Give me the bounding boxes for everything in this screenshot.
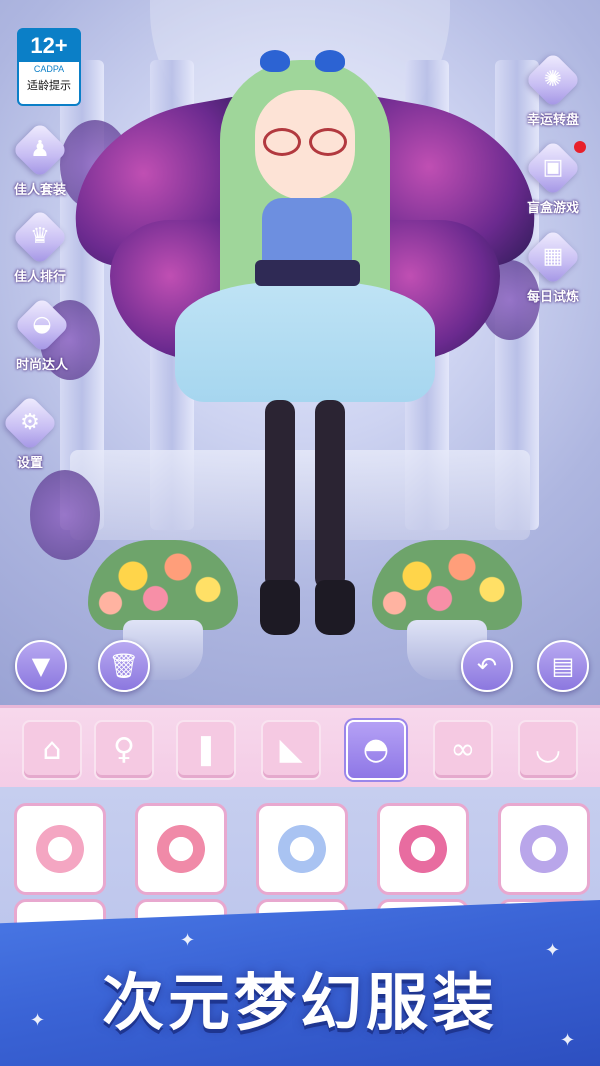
bow-headband-icon [274, 821, 330, 877]
menu-daily-trial[interactable]: ▦ 每日试炼 [508, 228, 598, 305]
notification-dot [574, 141, 586, 153]
trash-icon: 🗑 [108, 652, 140, 680]
dressup-character[interactable] [58, 50, 552, 650]
promo-banner: ✦ ✦ ✦ ✦ 次元梦幻服装 [0, 900, 600, 1066]
age-rating-org: CADPA [33, 64, 65, 74]
necklace-icon: ◡ [534, 732, 562, 767]
tab-home[interactable]: ⌂ [22, 720, 82, 780]
save-icon: ▤ [551, 652, 575, 680]
lucky-wheel-icon: ✺ [543, 67, 563, 92]
menu-label: 盲盒游戏 [526, 201, 579, 216]
menu-label: 佳人套装 [13, 183, 66, 198]
menu-blind-box[interactable]: ▣ 盲盒游戏 [508, 139, 598, 216]
item-card-lace-headband[interactable] [377, 803, 469, 895]
item-card-cat-ear-headband[interactable] [14, 803, 106, 895]
menu-settings[interactable]: ⚙ 设置 [0, 394, 75, 471]
age-rating-number: 12+ [19, 30, 79, 62]
tab-socks[interactable]: ❚ [176, 720, 236, 780]
sock-icon: ❚ [193, 732, 219, 767]
hair-bow [315, 50, 345, 72]
dress-icon: ♀ [113, 732, 135, 767]
character-belt [255, 260, 360, 286]
menu-label: 每日试炼 [526, 290, 579, 305]
undo-button[interactable]: ↶ [461, 640, 513, 692]
game-screen: 12+ CADPA 适龄提示 ♟ 佳人套装 ♛ 佳人排行 ◒ 时尚达人 ⚙ 设置… [0, 0, 600, 1066]
character-stocking [265, 400, 295, 590]
witch-hat-icon [516, 821, 572, 877]
glasses-icon: ∞ [450, 732, 476, 767]
menu-label: 设置 [16, 456, 43, 471]
calendar-icon: ▦ [542, 244, 564, 269]
menu-fashionista[interactable]: ◒ 时尚达人 [0, 296, 87, 373]
character-skirt [175, 282, 435, 402]
handbag-icon: ◒ [32, 312, 52, 337]
category-tab-bar: ⌂ ♀ ❚ ◣ ◓ ∞ ◡ [0, 705, 600, 793]
banner-title: 次元梦幻服装 [101, 966, 498, 1039]
menu-lucky-wheel[interactable]: ✺ 幸运转盘 [508, 51, 598, 128]
tab-necklace[interactable]: ◡ [518, 720, 578, 780]
cat-ear-headband-icon [32, 821, 88, 877]
dress-set-icon: ♟ [30, 137, 50, 162]
delete-button[interactable]: 🗑 [98, 640, 150, 692]
tab-shoes[interactable]: ◣ [261, 720, 321, 780]
collapse-button[interactable]: ▼ [15, 640, 67, 692]
save-button[interactable]: ▤ [537, 640, 589, 692]
item-card-bow-headband[interactable] [256, 803, 348, 895]
menu-suits[interactable]: ♟ 佳人套装 [0, 121, 85, 198]
trophy-icon: ♛ [30, 224, 50, 249]
menu-label: 幸运转盘 [526, 113, 579, 128]
character-shoe [315, 580, 355, 635]
menu-ranking[interactable]: ♛ 佳人排行 [0, 208, 85, 285]
tab-hats[interactable]: ◓ [346, 720, 406, 780]
age-rating-badge: 12+ CADPA 适龄提示 [17, 28, 81, 106]
undo-icon: ↶ [476, 652, 498, 680]
hat-icon: ◓ [362, 732, 390, 767]
chevron-down-icon: ▼ [31, 652, 51, 680]
item-card-witch-hat[interactable] [498, 803, 590, 895]
character-glasses [263, 128, 347, 156]
character-shoe [260, 580, 300, 635]
sparkle-icon: ✦ [180, 930, 196, 951]
item-card-flower-headband[interactable] [135, 803, 227, 895]
character-stocking [315, 400, 345, 590]
age-rating-tip: 适龄提示 [27, 80, 71, 92]
hair-bow [260, 50, 290, 72]
home-icon: ⌂ [42, 732, 62, 767]
menu-label: 佳人排行 [13, 270, 66, 285]
gear-icon: ⚙ [20, 410, 40, 435]
menu-label: 时尚达人 [15, 358, 68, 373]
tab-glasses[interactable]: ∞ [433, 720, 493, 780]
lace-headband-icon [395, 821, 451, 877]
flower-headband-icon [153, 821, 209, 877]
tab-dress[interactable]: ♀ [94, 720, 154, 780]
high-heel-icon: ◣ [279, 732, 303, 767]
gift-box-icon: ▣ [542, 155, 564, 180]
